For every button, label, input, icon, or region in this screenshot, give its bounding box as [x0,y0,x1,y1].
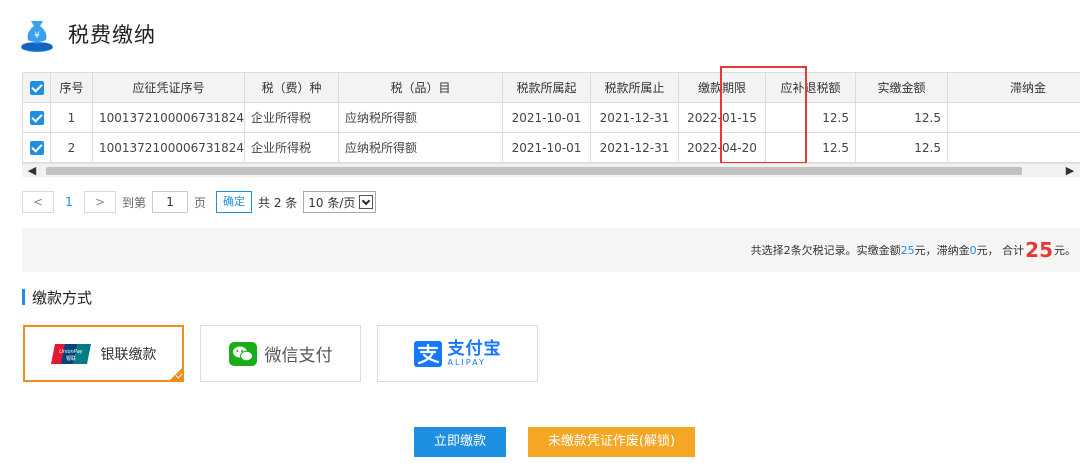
checkbox-checked-icon [29,140,44,155]
col-header-voucher-no: 应征凭证序号 [92,72,245,103]
summary-late-fee: 0 [969,243,977,257]
cell-voucher-no: 10013721000067318246 [92,102,245,133]
cell-index: 1 [50,102,93,133]
col-header-tax-due: 应补退税额 [765,72,856,103]
unionpay-label: 银联缴款 [100,346,157,363]
pagination: < 1 > 到第 页 确定 共 2 条 10 条/页 [22,190,377,214]
wechat-pay-label: 微信支付 [264,346,333,366]
table-row[interactable]: 2 10013721000067318246 企业所得税 应纳税所得额 2021… [22,132,1080,163]
chevron-down-icon [359,195,374,209]
cell-paid-amount: 12.5 [855,132,948,163]
wechat-icon [228,341,257,366]
col-header-late-fee: 滞纳金 [947,72,1080,103]
col-header-index: 序号 [50,72,93,103]
alipay-sub-label: ALIPAY [447,358,486,367]
unionpay-option[interactable]: UnionPay 银联 银联缴款 [23,325,184,382]
tax-records-table: 序号 应征凭证序号 税（费）种 税（品）目 税款所属起 税款所属止 缴款期限 应… [22,72,1080,176]
scroll-left-arrow-icon[interactable]: ◀ [24,164,40,178]
col-header-period-end: 税款所属止 [590,72,679,103]
cell-index: 2 [50,132,93,163]
goto-confirm-button[interactable]: 确定 [216,191,253,213]
table-horizontal-scrollbar[interactable]: ◀ ▶ [22,163,1080,177]
page-header: ¥ 税费缴纳 [18,12,156,56]
cell-voucher-no: 10013721000067318246 [92,132,245,163]
current-page-number[interactable]: 1 [54,195,84,209]
cell-period-start: 2021-10-01 [502,102,591,133]
scroll-right-arrow-icon[interactable]: ▶ [1062,164,1078,178]
svg-text:UnionPay: UnionPay [59,349,84,355]
col-header-due-date: 缴款期限 [678,72,766,103]
prev-page-button[interactable]: < [22,191,54,213]
cell-period-start: 2021-10-01 [502,132,591,163]
payment-summary: 共选择2条欠税记录。实缴金额 25 元，滞纳金 0 元， 合计 25 元。 [22,228,1080,272]
goto-page-input[interactable] [152,191,189,213]
tax-payment-icon: ¥ [21,21,53,52]
cell-due-date: 2022-01-15 [678,102,766,133]
summary-prefix: 共选择2条欠税记录。实缴金额 [750,244,901,257]
cell-tax-type: 企业所得税 [244,132,339,163]
checkbox-checked-icon [29,80,44,95]
summary-suffix: 元。 [1054,244,1076,257]
payment-method-section-title: 缴款方式 [22,287,92,307]
page-size-value: 10 条/页 [308,195,356,210]
cell-period-end: 2021-12-31 [590,132,679,163]
summary-mid1: 元，滞纳金 [914,244,970,257]
cell-period-end: 2021-12-31 [590,102,679,133]
summary-mid2: 元， 合计 [976,244,1025,257]
table-row[interactable]: 1 10013721000067318246 企业所得税 应纳税所得额 2021… [22,102,1080,133]
col-header-tax-item: 税（品）目 [338,72,503,103]
page-size-select[interactable]: 10 条/页 [303,191,377,213]
cell-tax-due: 12.5 [765,102,856,133]
page-unit-label: 页 [194,195,207,210]
svg-text:¥: ¥ [34,31,40,41]
wechat-pay-option[interactable]: 微信支付 [200,325,361,382]
row-checkbox[interactable] [22,132,51,163]
cell-tax-item: 应纳税所得额 [338,132,503,163]
cell-late-fee: 0 [947,132,1080,163]
cell-tax-due: 12.5 [765,132,856,163]
total-count: 共 2 条 [258,195,298,210]
col-header-period-start: 税款所属起 [502,72,591,103]
table-header-row: 序号 应征凭证序号 税（费）种 税（品）目 税款所属起 税款所属止 缴款期限 应… [22,72,1080,103]
summary-total: 25 [1025,238,1053,262]
unionpay-logo-icon: UnionPay 银联 [50,343,91,364]
section-accent-bar [22,289,25,305]
cell-tax-item: 应纳税所得额 [338,102,503,133]
checkbox-checked-icon [29,110,44,125]
row-checkbox[interactable] [22,102,51,133]
alipay-option[interactable]: 支付宝 ALIPAY [377,325,538,382]
cell-tax-type: 企业所得税 [244,102,339,133]
goto-label: 到第 [122,195,147,210]
col-header-tax-type: 税（费）种 [244,72,339,103]
cell-due-date: 2022-04-20 [678,132,766,163]
cell-late-fee: 0 [947,102,1080,133]
pay-now-button[interactable]: 立即缴款 [414,427,506,457]
col-header-paid-amount: 实缴金额 [855,72,948,103]
void-unpaid-voucher-button[interactable]: 未缴款凭证作废(解锁) [528,427,695,457]
summary-paid-amount: 25 [900,243,915,257]
alipay-wordmark: 支付宝 ALIPAY [448,340,502,367]
select-all-checkbox[interactable] [22,72,51,103]
next-page-button[interactable]: > [84,191,116,213]
cell-paid-amount: 12.5 [855,102,948,133]
alipay-label: 支付宝 [447,339,502,359]
alipay-icon [413,340,442,367]
scrollbar-thumb[interactable] [46,167,1022,175]
page-title: 税费缴纳 [68,23,156,47]
section-title-text: 缴款方式 [32,288,93,307]
svg-text:银联: 银联 [65,355,75,362]
